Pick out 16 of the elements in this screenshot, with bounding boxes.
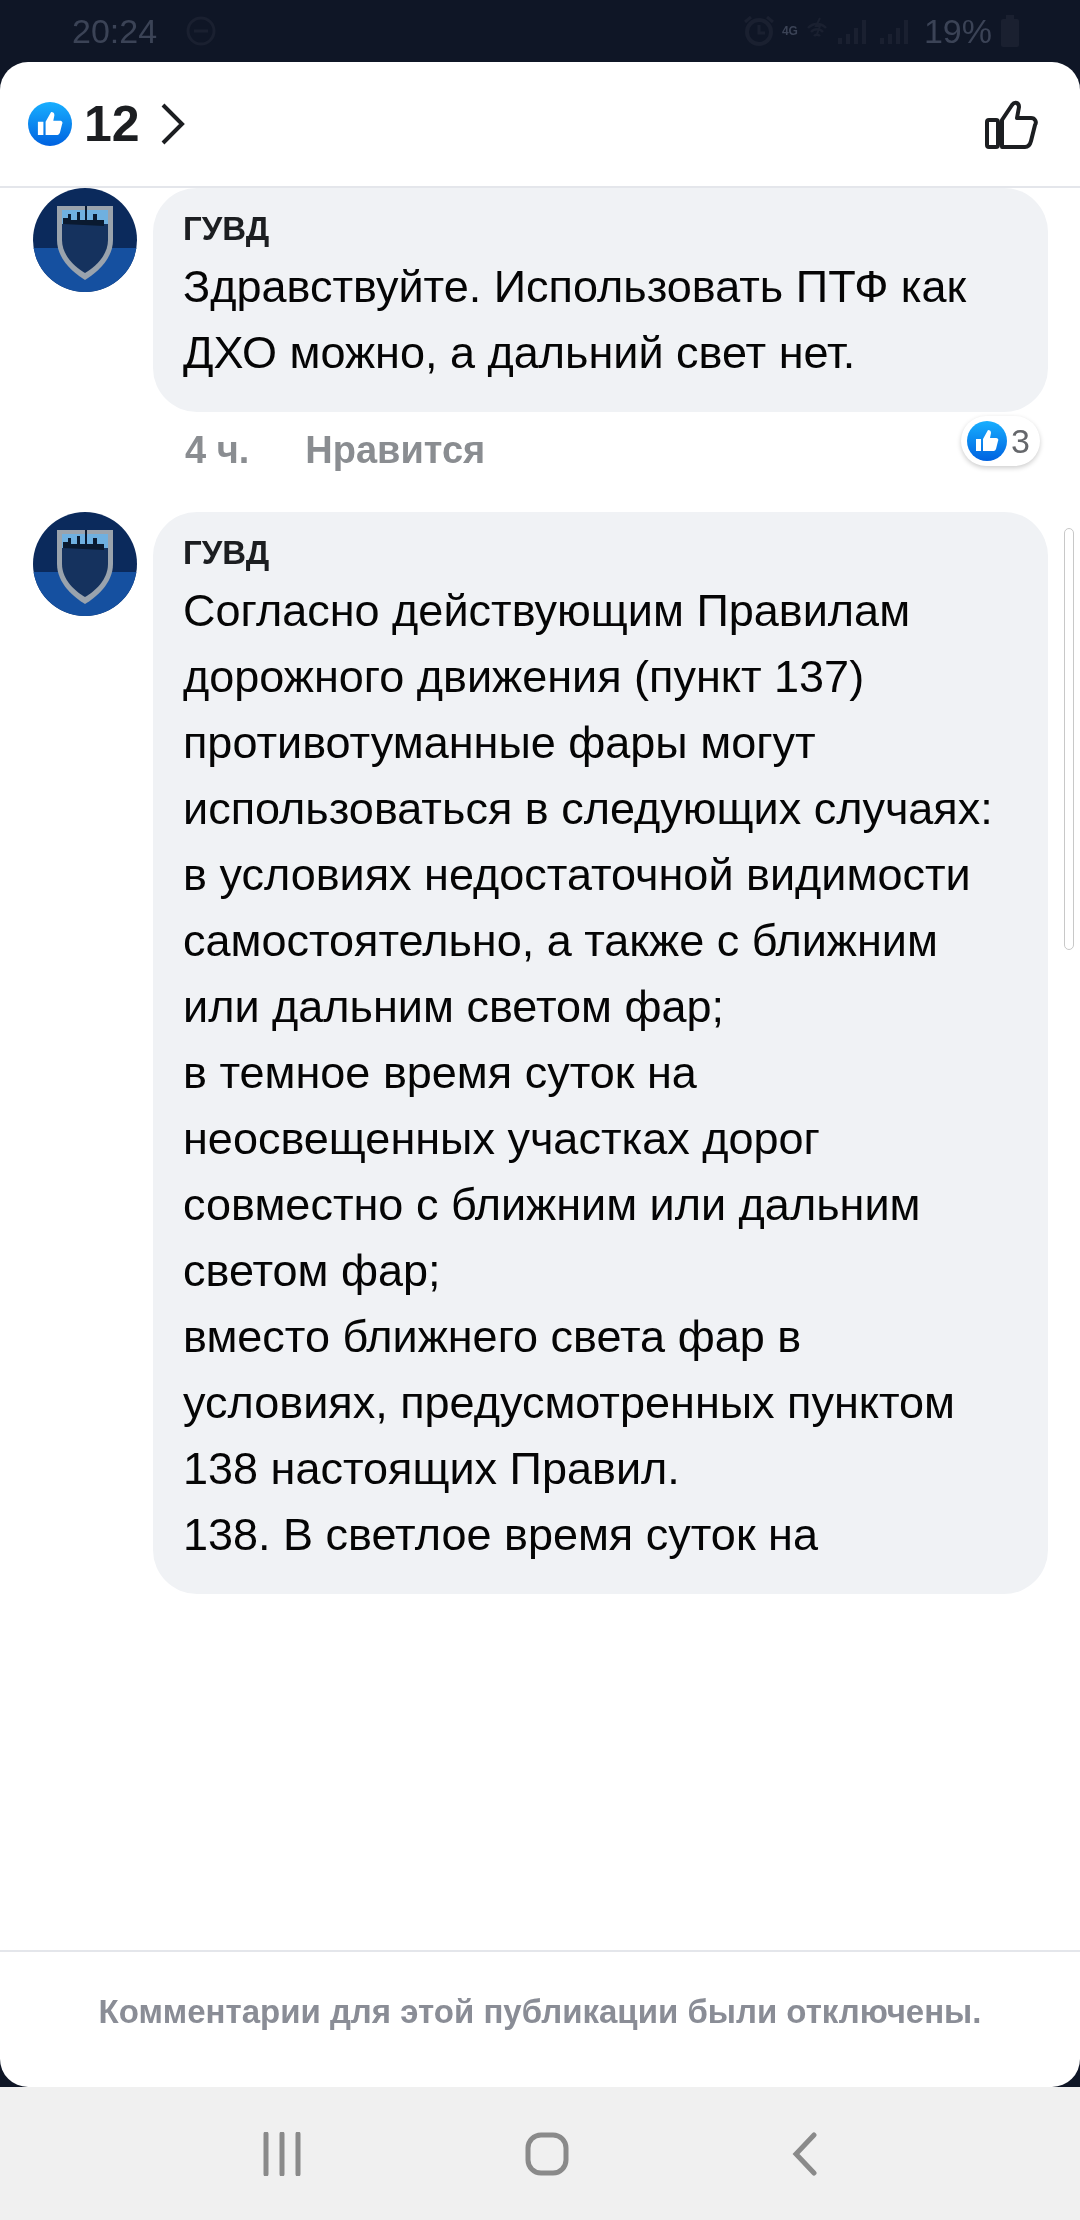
author-name[interactable]: ГУВД [183, 210, 1018, 248]
comment-time: 4 ч. [185, 428, 250, 472]
thumbs-up-icon[interactable] [984, 98, 1040, 150]
back-button[interactable] [792, 2131, 819, 2176]
comments-disabled-notice: Комментарии для этой публикации были отключены. [98, 1992, 982, 2031]
comment-text: Согласно действующим Правилам дорожного движения (пункт 137) противотуманные фары могут использоваться в следующих случаях: в условиях недостаточной видимости самостоятельно, а также с ближним или дальним светом фар; в темное время суток на неосвещенных участках дорог совместно с ближним или дальним светом фар; вместо ближнего света фар в условиях, предусмотренных пунктом 138 настоящих Правил. 138. В светлое время суток на [183, 584, 994, 1562]
chevron-right-icon[interactable] [159, 102, 186, 146]
like-reaction-icon [967, 421, 1008, 461]
comment-text: Здравствуйте. Использовать ПТФ как ДХО можно, а дальний свет нет. [183, 260, 968, 380]
recent-apps-button[interactable] [261, 2131, 302, 2176]
like-reaction-icon [28, 102, 72, 146]
reaction-count[interactable]: 12 [84, 95, 140, 153]
scrollbar[interactable] [1064, 528, 1074, 950]
reaction-badge[interactable]: 3 [961, 416, 1040, 466]
home-button[interactable] [525, 2131, 569, 2176]
author-name[interactable]: ГУВД [183, 534, 1018, 572]
